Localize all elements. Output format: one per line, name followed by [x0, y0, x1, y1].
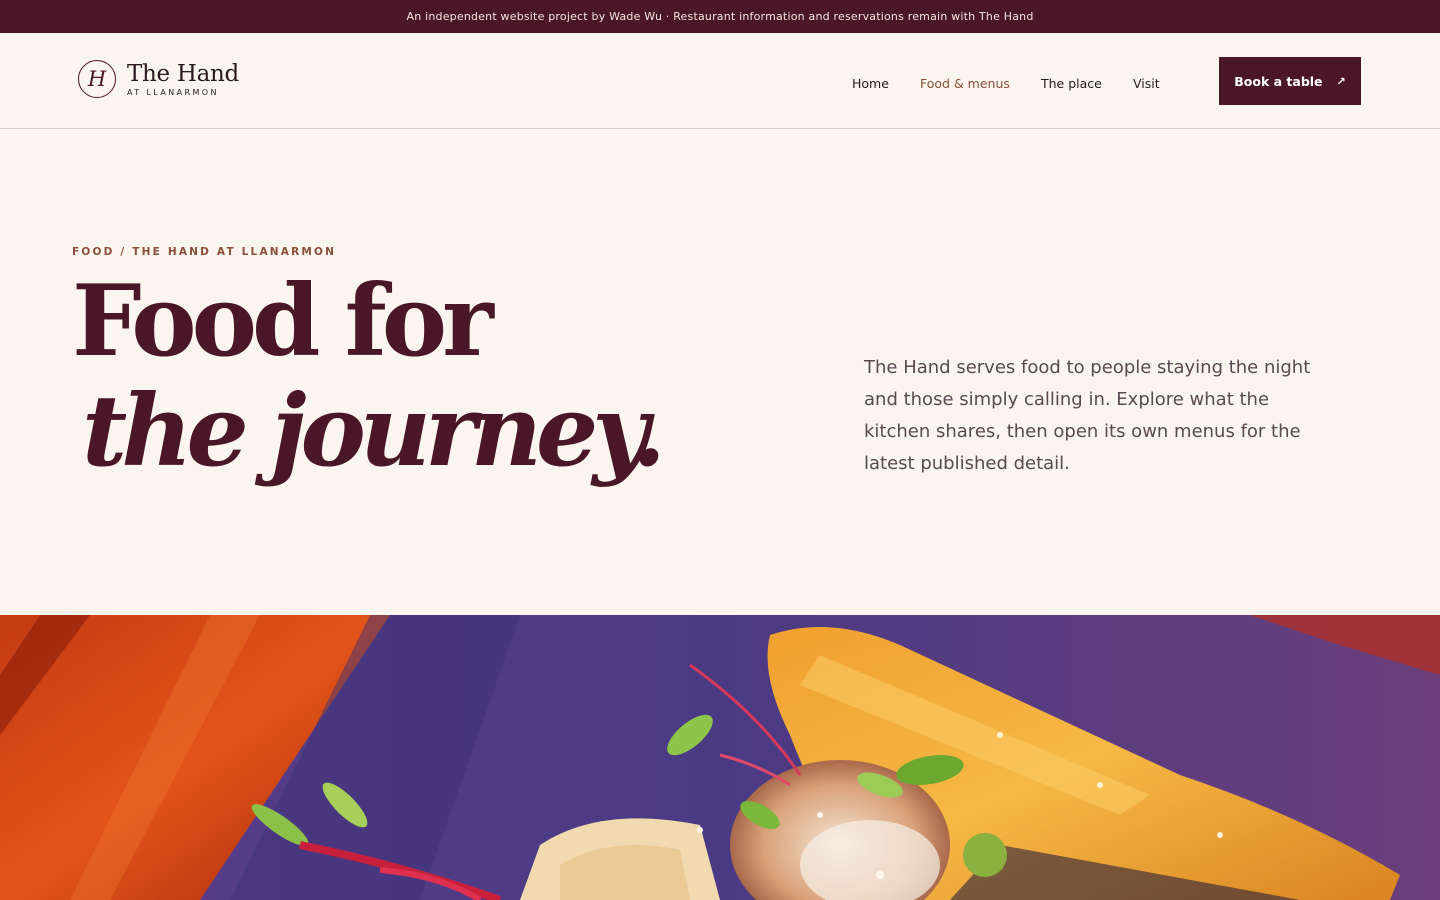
- announcement-bar: An independent website project by Wade W…: [0, 0, 1440, 33]
- hero-eyebrow: FOOD / THE HAND AT LLANARMON: [72, 246, 337, 258]
- nav-item-food-menus[interactable]: Food & menus: [920, 76, 1010, 91]
- food-photo: [0, 615, 1440, 900]
- announcement-text: An independent website project by Wade W…: [406, 10, 1034, 23]
- food-photo-illustration: [0, 615, 1440, 900]
- book-table-button[interactable]: Book a table ↗: [1219, 57, 1361, 105]
- nav-item-home[interactable]: Home: [852, 76, 889, 91]
- headline-line-1: Food for: [72, 264, 494, 379]
- site-header: H The Hand AT LLANARMON Home Food & menu…: [0, 33, 1440, 129]
- nav-item-the-place[interactable]: The place: [1041, 76, 1102, 91]
- headline-line-2: the journey.: [82, 374, 666, 489]
- logo-link[interactable]: H The Hand AT LLANARMON: [78, 57, 239, 101]
- book-table-label: Book a table: [1234, 73, 1323, 89]
- hero-intro: The Hand serves food to people staying t…: [864, 357, 1311, 474]
- logo-text: The Hand AT LLANARMON: [127, 61, 239, 98]
- hero-headline: Food for the journey.: [72, 264, 666, 489]
- logo-subtitle: AT LLANARMON: [127, 87, 219, 97]
- logo-name: The Hand: [127, 60, 239, 87]
- arrow-up-right-icon: ↗: [1336, 74, 1346, 88]
- nav-item-visit[interactable]: Visit: [1133, 76, 1160, 91]
- logo-mark-icon: H: [78, 60, 116, 98]
